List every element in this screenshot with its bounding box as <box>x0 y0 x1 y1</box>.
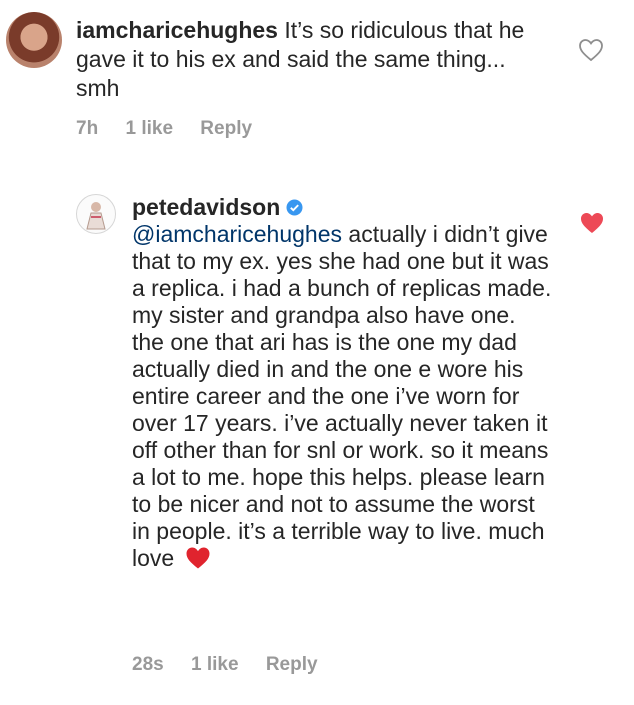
comment-timestamp: 28s <box>132 654 164 675</box>
comment-text: actually i didn’t give that to my ex. ye… <box>132 221 552 571</box>
like-button[interactable] <box>579 211 605 235</box>
comment-username[interactable]: petedavidson <box>132 194 280 220</box>
comment-like-count[interactable]: 1 like <box>125 118 173 139</box>
comment-username[interactable]: iamcharicehughes <box>76 17 278 43</box>
comment-meta: 28s 1 like Reply <box>132 654 340 676</box>
heart-outline-icon <box>579 39 603 62</box>
comment-mention-link[interactable]: @iamcharicehughes <box>132 221 342 247</box>
avatar[interactable] <box>6 12 62 68</box>
heart-filled-icon <box>581 213 603 233</box>
reply-button[interactable]: Reply <box>200 118 252 139</box>
comment-item: iamcharicehughes It’s so ridiculous that… <box>0 0 634 150</box>
avatar-illustration <box>86 202 106 230</box>
comment-timestamp: 7h <box>76 118 99 139</box>
reply-button[interactable]: Reply <box>266 654 318 675</box>
comment-meta: 7h 1 like Reply <box>76 118 274 140</box>
comment-item: petedavidson @iamcharicehughes actually … <box>0 182 634 692</box>
comment-body: petedavidson @iamcharicehughes actually … <box>132 194 552 572</box>
comment-like-count[interactable]: 1 like <box>191 654 239 675</box>
comment-body: iamcharicehughes It’s so ridiculous that… <box>76 16 526 103</box>
verified-badge-icon <box>286 195 303 216</box>
red-heart-emoji <box>185 546 211 570</box>
avatar[interactable] <box>76 194 116 234</box>
like-button[interactable] <box>578 38 604 62</box>
